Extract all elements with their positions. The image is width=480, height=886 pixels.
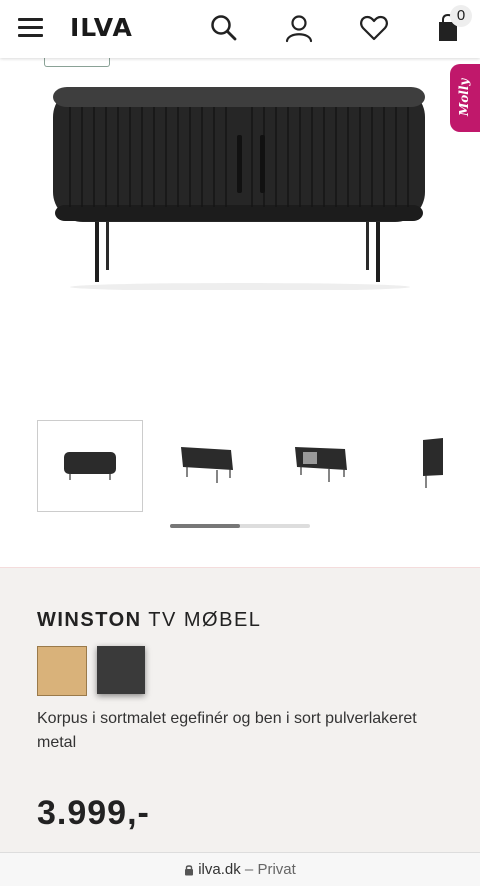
- product-info-panel: WINSTON TV MØBEL Korpus i sortmalet egef…: [0, 567, 480, 853]
- thumbnail-scrollbar[interactable]: [170, 524, 310, 528]
- color-swatch-oak[interactable]: [37, 646, 87, 696]
- image-tab-indicator: [44, 58, 110, 67]
- color-swatch-black[interactable]: [97, 646, 145, 694]
- molly-assistant-tab[interactable]: Molly: [450, 64, 480, 132]
- product-name: WINSTON: [37, 609, 142, 631]
- wishlist-heart-icon[interactable]: [358, 12, 390, 44]
- lock-icon: [185, 865, 194, 876]
- browsing-mode: Privat: [257, 861, 296, 878]
- thumbnail-angle[interactable]: [155, 420, 259, 510]
- thumbnail-open[interactable]: [273, 420, 377, 510]
- url-separator: –: [244, 861, 254, 878]
- thumbnail-carousel: [0, 420, 480, 515]
- menu-icon[interactable]: [18, 18, 43, 38]
- product-main-image[interactable]: [40, 75, 440, 290]
- account-icon[interactable]: [283, 12, 315, 44]
- molly-label: Molly: [457, 78, 471, 116]
- ilva-logo[interactable]: ILVA: [70, 13, 133, 42]
- thumbnail-front[interactable]: [37, 420, 143, 512]
- product-description: Korpus i sortmalet egefinér og ben i sor…: [37, 710, 417, 751]
- thumbnail-side[interactable]: [391, 420, 480, 510]
- cart-count-badge: 0: [450, 5, 472, 27]
- thumbnail-scrollbar-thumb[interactable]: [170, 524, 240, 528]
- browser-address-bar[interactable]: ilva.dk – Privat: [0, 852, 480, 886]
- product-price: 3.999,-: [37, 794, 150, 832]
- site-header: ILVA 0: [0, 0, 480, 58]
- product-title: WINSTON TV MØBEL: [37, 609, 261, 632]
- product-type: TV MØBEL: [148, 609, 262, 631]
- url-domain: ilva.dk: [198, 861, 241, 878]
- search-icon[interactable]: [208, 12, 240, 44]
